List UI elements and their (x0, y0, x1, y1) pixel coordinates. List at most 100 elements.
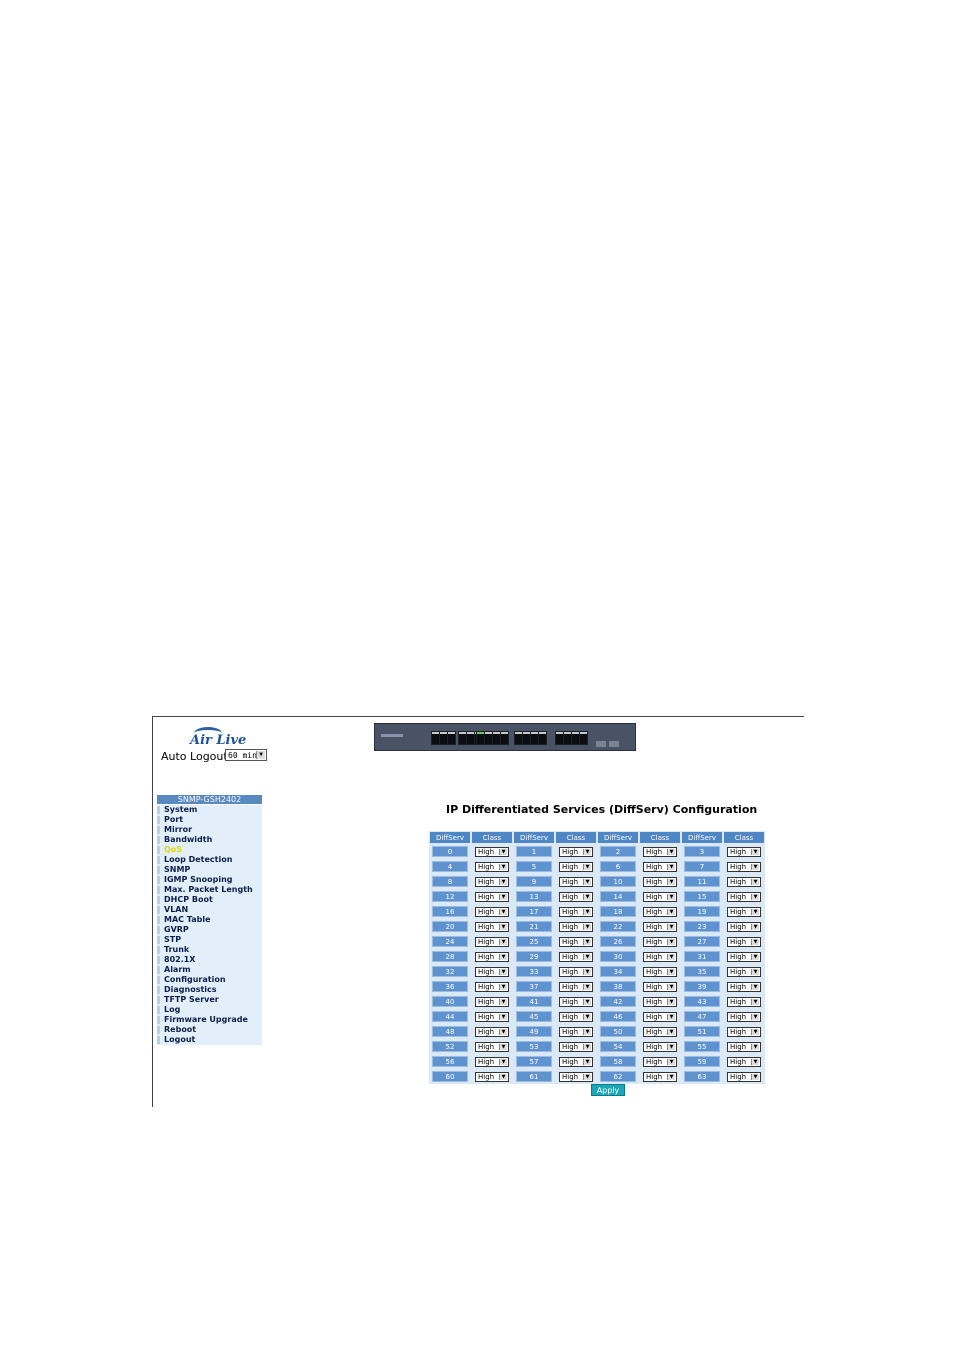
class-select[interactable]: High ▼ (643, 1011, 677, 1022)
class-select[interactable]: High ▼ (559, 936, 593, 947)
class-select[interactable]: High ▼ (559, 1071, 593, 1082)
sidebar-item-qos[interactable]: QoS (157, 845, 262, 855)
class-select[interactable]: High ▼ (643, 1026, 677, 1037)
sidebar-item-logout[interactable]: Logout (157, 1035, 262, 1045)
class-select[interactable]: High ▼ (643, 891, 677, 902)
sidebar-item-802-1x[interactable]: 802.1X (157, 955, 262, 965)
class-select[interactable]: High ▼ (475, 861, 509, 872)
sidebar-item-mac-table[interactable]: MAC Table (157, 915, 262, 925)
class-select[interactable]: High ▼ (727, 1056, 761, 1067)
class-select[interactable]: High ▼ (475, 1056, 509, 1067)
class-select[interactable]: High ▼ (475, 996, 509, 1007)
sidebar-item-configuration[interactable]: Configuration (157, 975, 262, 985)
sidebar-item-mirror[interactable]: Mirror (157, 825, 262, 835)
sidebar-item-stp[interactable]: STP (157, 935, 262, 945)
class-select[interactable]: High ▼ (475, 1011, 509, 1022)
sidebar-item-snmp[interactable]: SNMP (157, 865, 262, 875)
sidebar-item-system[interactable]: System (157, 805, 262, 815)
class-select[interactable]: High ▼ (475, 1041, 509, 1052)
class-select[interactable]: High ▼ (559, 981, 593, 992)
class-select[interactable]: High ▼ (727, 1011, 761, 1022)
class-cell: High ▼ (555, 1039, 597, 1054)
class-select[interactable]: High ▼ (643, 981, 677, 992)
class-select[interactable]: High ▼ (475, 936, 509, 947)
class-select[interactable]: High ▼ (475, 891, 509, 902)
sidebar-item-max-packet-length[interactable]: Max. Packet Length (157, 885, 262, 895)
class-select[interactable]: High ▼ (643, 921, 677, 932)
class-select[interactable]: High ▼ (727, 921, 761, 932)
class-select[interactable]: High ▼ (727, 936, 761, 947)
chevron-down-icon: ▼ (751, 863, 759, 870)
sidebar-item-diagnostics[interactable]: Diagnostics (157, 985, 262, 995)
class-select[interactable]: High ▼ (475, 1071, 509, 1082)
class-select[interactable]: High ▼ (475, 906, 509, 917)
sidebar-item-gvrp[interactable]: GVRP (157, 925, 262, 935)
chevron-down-icon: ▼ (499, 968, 507, 975)
class-select-value: High (478, 1057, 495, 1066)
class-select[interactable]: High ▼ (475, 876, 509, 887)
class-select[interactable]: High ▼ (727, 996, 761, 1007)
sidebar-item-alarm[interactable]: Alarm (157, 965, 262, 975)
class-select[interactable]: High ▼ (643, 1071, 677, 1082)
class-select[interactable]: High ▼ (727, 861, 761, 872)
class-select[interactable]: High ▼ (727, 906, 761, 917)
class-select[interactable]: High ▼ (475, 1026, 509, 1037)
class-select[interactable]: High ▼ (727, 891, 761, 902)
sidebar-item-dhcp-boot[interactable]: DHCP Boot (157, 895, 262, 905)
class-select[interactable]: High ▼ (727, 846, 761, 857)
class-select[interactable]: High ▼ (727, 1071, 761, 1082)
class-select[interactable]: High ▼ (727, 876, 761, 887)
class-cell: High ▼ (639, 874, 681, 889)
sidebar-item-loop-detection[interactable]: Loop Detection (157, 855, 262, 865)
class-select[interactable]: High ▼ (559, 861, 593, 872)
sidebar-item-vlan[interactable]: VLAN (157, 905, 262, 915)
apply-button[interactable]: Apply (591, 1084, 625, 1096)
sidebar-item-bandwidth[interactable]: Bandwidth (157, 835, 262, 845)
class-select[interactable]: High ▼ (559, 891, 593, 902)
chevron-down-icon: ▼ (499, 938, 507, 945)
class-select[interactable]: High ▼ (727, 966, 761, 977)
sidebar-item-trunk[interactable]: Trunk (157, 945, 262, 955)
diffserv-value: 21 (516, 921, 552, 932)
diffserv-cell: 4 (429, 859, 471, 874)
class-select[interactable]: High ▼ (727, 1026, 761, 1037)
class-select[interactable]: High ▼ (559, 906, 593, 917)
class-select-value: High (478, 967, 495, 976)
class-select[interactable]: High ▼ (559, 1041, 593, 1052)
class-select[interactable]: High ▼ (643, 996, 677, 1007)
class-select[interactable]: High ▼ (475, 981, 509, 992)
class-select[interactable]: High ▼ (559, 1011, 593, 1022)
sidebar-item-firmware-upgrade[interactable]: Firmware Upgrade (157, 1015, 262, 1025)
sidebar-item-port[interactable]: Port (157, 815, 262, 825)
class-select[interactable]: High ▼ (727, 951, 761, 962)
class-select[interactable]: High ▼ (643, 966, 677, 977)
class-select[interactable]: High ▼ (559, 876, 593, 887)
class-select[interactable]: High ▼ (643, 906, 677, 917)
sidebar-item-log[interactable]: Log (157, 1005, 262, 1015)
class-select[interactable]: High ▼ (643, 861, 677, 872)
class-select[interactable]: High ▼ (643, 876, 677, 887)
class-select[interactable]: High ▼ (643, 936, 677, 947)
auto-logout-select[interactable]: 60 min ▼ (225, 749, 267, 761)
class-select[interactable]: High ▼ (559, 921, 593, 932)
class-select[interactable]: High ▼ (559, 1026, 593, 1037)
diffserv-cell: 51 (681, 1024, 723, 1039)
class-select[interactable]: High ▼ (643, 951, 677, 962)
class-select[interactable]: High ▼ (643, 1056, 677, 1067)
class-select[interactable]: High ▼ (475, 951, 509, 962)
class-select[interactable]: High ▼ (559, 996, 593, 1007)
class-select[interactable]: High ▼ (559, 966, 593, 977)
class-select[interactable]: High ▼ (475, 921, 509, 932)
sidebar-item-reboot[interactable]: Reboot (157, 1025, 262, 1035)
class-select[interactable]: High ▼ (559, 951, 593, 962)
sidebar-item-igmp-snooping[interactable]: IGMP Snooping (157, 875, 262, 885)
class-select[interactable]: High ▼ (475, 966, 509, 977)
class-select[interactable]: High ▼ (643, 1041, 677, 1052)
class-select[interactable]: High ▼ (643, 846, 677, 857)
class-select[interactable]: High ▼ (727, 1041, 761, 1052)
class-select[interactable]: High ▼ (559, 846, 593, 857)
sidebar-item-tftp-server[interactable]: TFTP Server (157, 995, 262, 1005)
class-select[interactable]: High ▼ (727, 981, 761, 992)
class-select[interactable]: High ▼ (475, 846, 509, 857)
class-select[interactable]: High ▼ (559, 1056, 593, 1067)
